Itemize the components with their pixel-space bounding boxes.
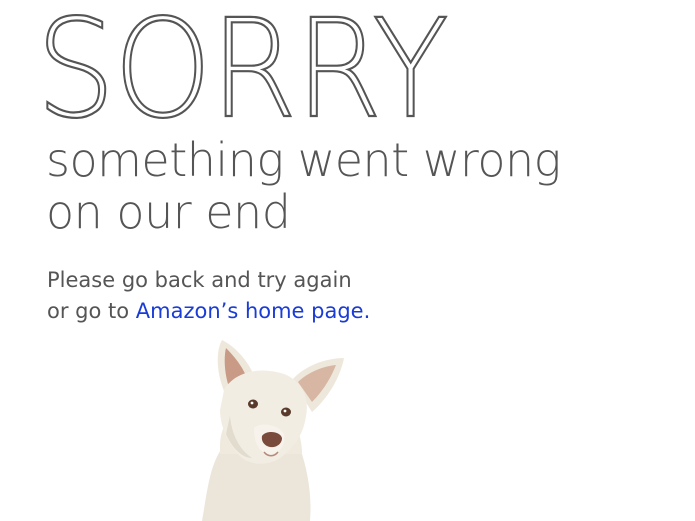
error-message: Please go back and try again or go to Am… [47,265,547,327]
sorry-headline-text: SORRY [35,0,450,149]
subtitle-line-1: something went wrong [46,133,561,187]
subtitle-line-2: on our end [46,185,291,239]
dog-right-eye [281,407,291,417]
dog-left-eye [248,399,258,409]
dog-illustration [202,340,344,521]
sorry-headline: SORRY [35,1,450,139]
message-line-1: Please go back and try again [47,268,352,292]
home-page-link[interactable]: Amazon’s home page. [136,299,371,323]
error-subtitle: something went wrong on our end [46,134,666,238]
message-line-2-prefix: or go to [47,299,136,323]
message-line-2: or go to Amazon’s home page. [47,296,547,327]
